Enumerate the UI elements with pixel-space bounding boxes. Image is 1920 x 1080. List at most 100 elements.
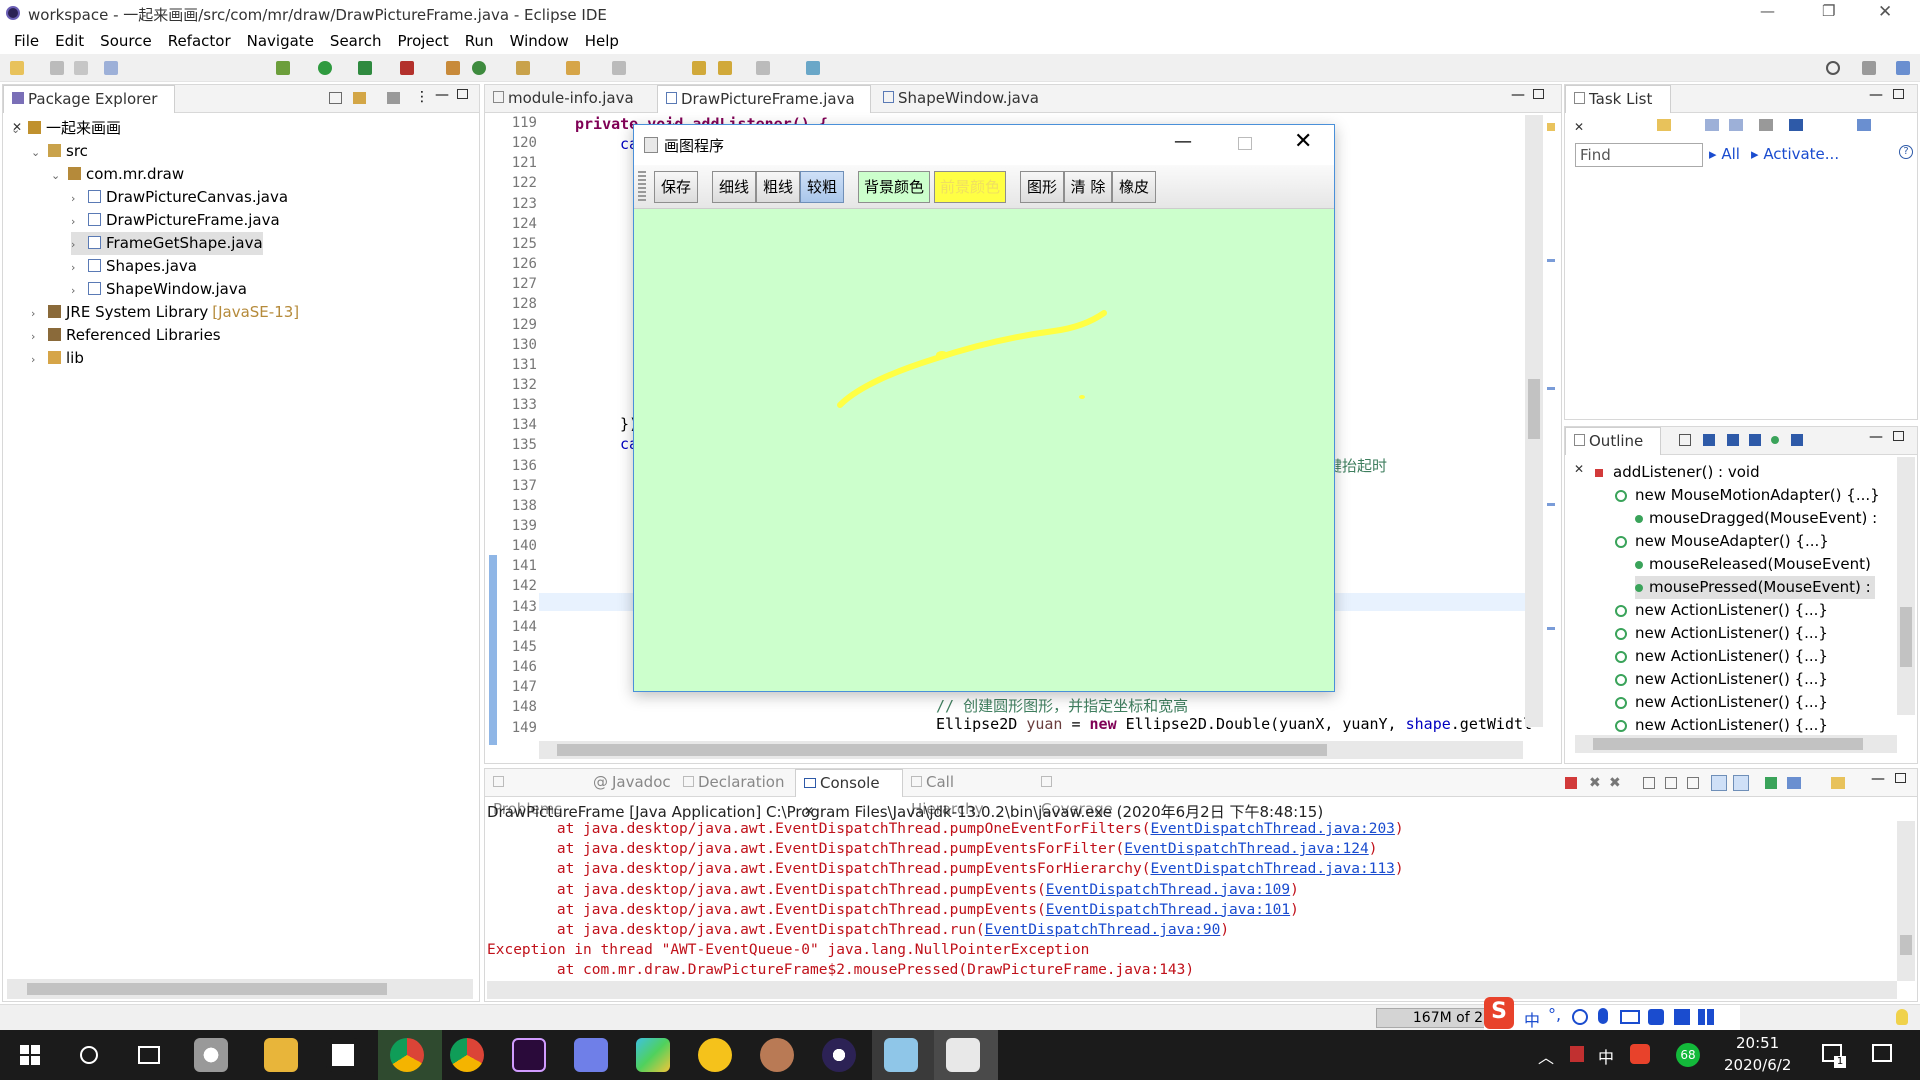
minimize-view-icon[interactable]: — [1869,87,1883,103]
explorer-icon[interactable] [264,1038,298,1072]
hide-local-types-icon[interactable] [1791,434,1803,446]
next-annotation-icon[interactable] [612,61,626,75]
drawing-canvas[interactable] [634,209,1334,691]
player-icon[interactable] [636,1038,670,1072]
forward-icon[interactable] [756,61,770,75]
chevron-down-icon[interactable]: ⌄ [51,164,65,187]
all-link[interactable]: ▸ All [1709,145,1740,163]
new-class-icon[interactable] [472,61,486,75]
maximize-view-icon[interactable] [1893,431,1904,441]
close-tab-icon[interactable]: ✕ [1574,462,1584,476]
emoji-icon[interactable] [1572,1009,1588,1025]
qq-icon[interactable] [698,1038,732,1072]
outline-hscroll-thumb[interactable] [1593,738,1863,750]
tab-drawpictureframe[interactable]: DrawPictureFrame.java ✕ [657,85,871,134]
help-icon[interactable]: ? [1899,145,1913,159]
stack-trace-link[interactable]: EventDispatchThread.java:203 [1150,821,1394,837]
new-icon[interactable] [10,61,24,75]
tree-item[interactable]: › ShapeWindow.java [71,278,247,301]
hide-static-icon[interactable] [1749,434,1761,446]
foreground-color-button[interactable]: 前景颜色 [934,171,1006,203]
windows-start-icon[interactable] [20,1045,40,1065]
stack-trace-link[interactable]: EventDispatchThread.java:113 [1150,861,1394,877]
thin-line-button[interactable]: 细线 [712,171,756,203]
word-wrap-icon[interactable] [1687,777,1699,789]
drawing-close-button[interactable]: ✕ [1294,129,1312,154]
tab-declaration[interactable]: Declaration [675,769,795,797]
save-button[interactable]: 保存 [654,171,698,203]
clear-button[interactable]: 清 除 [1064,171,1112,203]
pe-hscroll-thumb[interactable] [27,983,387,995]
code-line-149[interactable]: Ellipse2D yuan = new Ellipse2D.Double(yu… [936,715,1532,733]
show-on-error-icon[interactable] [1733,775,1749,791]
stack-trace-link[interactable]: EventDispatchThread.java:90 [985,922,1221,938]
activate-link[interactable]: ▸ Activate... [1751,145,1839,163]
mic-icon[interactable] [1598,1008,1608,1024]
drawing-minimize-button[interactable]: — [1174,131,1192,152]
open-perspective-icon[interactable] [1862,61,1876,75]
pin-console-icon[interactable] [1765,777,1777,789]
outline-item[interactable]: mousePressed(MouseEvent) : [1635,576,1875,599]
outline-item[interactable]: new MouseAdapter() {...} [1615,530,1829,553]
pinwheel-app-icon[interactable] [194,1038,228,1072]
console-line[interactable]: at com.mr.draw.DrawPictureFrame$2.mouseP… [487,962,1194,978]
outline-item[interactable]: new ActionListener() {...} [1615,714,1828,737]
menu-navigate[interactable]: Navigate [239,32,322,50]
hide-fields-icon[interactable] [1727,434,1739,446]
action-center-icon[interactable] [1872,1044,1892,1062]
chevron-right-icon[interactable]: › [71,187,85,210]
console-line[interactable]: at java.desktop/java.awt.EventDispatchTh… [487,861,1404,877]
thicker-line-button[interactable]: 较粗 [800,171,844,203]
menu-file[interactable]: File [6,32,47,50]
tab-call-hierarchy[interactable]: Call Hierarchy [903,769,1033,818]
store-icon[interactable] [326,1038,360,1072]
tab-console[interactable]: Console ✕ [795,769,903,818]
heap-status[interactable]: 167M of 2 [1376,1008,1488,1028]
tree-item[interactable]: ⌄ com.mr.draw [51,163,184,186]
tab-package-explorer[interactable]: Package Explorer ✕ [3,85,175,134]
java-perspective-icon[interactable] [1896,61,1910,75]
tab-coverage[interactable]: Coverage [1033,769,1133,818]
debug-icon[interactable] [276,61,290,75]
tray-app-icon[interactable] [1570,1046,1584,1062]
outline-item[interactable]: new ActionListener() {...} [1615,691,1828,714]
console-vscroll-thumb[interactable] [1900,935,1912,955]
link-editor-icon[interactable] [353,92,366,104]
menu-refactor[interactable]: Refactor [160,32,239,50]
maximize-view-icon[interactable] [1895,773,1906,783]
show-hidden-icons[interactable]: ︿ [1538,1044,1554,1068]
hide-completed-icon[interactable] [1789,119,1803,131]
outline-item[interactable]: mouseReleased(MouseEvent) [1635,553,1871,576]
notepad-icon[interactable] [884,1038,918,1072]
tab-outline[interactable]: Outline ✕ [1565,427,1661,476]
run-icon[interactable] [318,61,332,75]
stack-trace-link[interactable]: EventDispatchThread.java:109 [1046,882,1290,898]
search-circle-icon[interactable] [80,1046,98,1064]
sort-icon[interactable] [1703,434,1715,446]
lightbulb-icon[interactable] [1896,1009,1908,1025]
maximize-view-icon[interactable] [457,89,468,99]
chevron-right-icon[interactable]: › [71,233,85,256]
ime-mode[interactable]: 中 [1524,1007,1540,1031]
search-icon[interactable] [1826,61,1840,75]
stack-trace-link[interactable]: EventDispatchThread.java:124 [1124,841,1368,857]
clock-time[interactable]: 20:51 [1736,1034,1779,1052]
console-line[interactable]: Exception in thread "AWT-EventQueue-0" j… [487,942,1089,958]
menu-edit[interactable]: Edit [47,32,92,50]
eclipse-icon[interactable] [822,1038,856,1072]
minimize-view-icon[interactable]: — [1869,429,1883,445]
console-vscrollbar[interactable] [1897,821,1915,981]
task-view-icon[interactable] [138,1046,160,1064]
tree-item[interactable]: › JRE System Library [JavaSE-13] [31,301,299,324]
collapse-all-icon[interactable] [1679,434,1691,446]
tray-sogou-icon[interactable] [1630,1044,1650,1064]
chrome-icon-2[interactable] [450,1038,484,1072]
minimize-view-icon[interactable]: — [1511,87,1525,103]
console-line[interactable]: at java.desktop/java.awt.EventDispatchTh… [487,821,1404,837]
menu-window[interactable]: Window [502,32,577,50]
clear-console-icon[interactable] [1643,777,1655,789]
pe-hscrollbar[interactable] [7,979,473,999]
tab-javadoc[interactable]: @ Javadoc [585,769,675,797]
chevron-right-icon[interactable]: › [31,302,45,325]
outline-item[interactable]: mouseDragged(MouseEvent) : [1635,507,1877,530]
